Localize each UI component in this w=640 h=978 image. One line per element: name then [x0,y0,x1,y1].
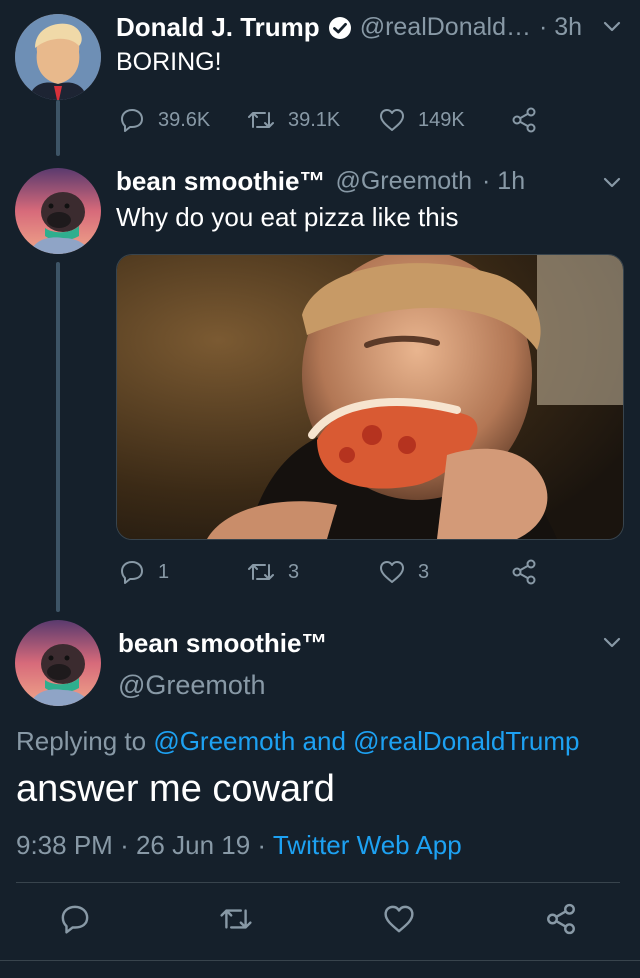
heart-icon [382,905,416,940]
author-handle[interactable]: @Greemoth [335,167,472,196]
replying-to-label: Replying to [16,726,147,756]
share-icon [510,106,538,134]
tweet-meta: 9:38 PM · 26 Jun 19 · Twitter Web App [16,830,462,861]
share-button[interactable] [544,902,578,941]
divider [16,882,620,883]
heart-icon [378,558,406,586]
replying-to-line: Replying to @Greemoth and @realDonaldTru… [16,726,579,757]
chevron-down-icon[interactable] [602,636,622,655]
tweet-time: 9:38 PM [16,830,113,860]
reply-count: 39.6K [158,108,211,131]
author-name[interactable]: bean smoothie™ [118,628,327,659]
reply-icon [58,905,92,940]
replying-and-label: and [302,726,346,756]
tweet-timestamp[interactable]: · 3h [539,13,582,42]
reply-button[interactable]: 39.6K [118,106,210,134]
tweet-media-image[interactable] [116,254,624,540]
meta-separator: · [257,830,267,860]
tweet-text: BORING! [116,48,222,76]
author-handle[interactable]: @Greemoth [118,670,265,701]
retweet-icon [246,558,276,586]
retweet-icon [246,106,276,134]
share-button[interactable] [510,106,538,134]
retweet-count: 3 [288,560,300,583]
chevron-down-icon[interactable] [602,20,622,39]
like-count: 3 [418,560,430,583]
tweet-date: 26 Jun 19 [135,830,251,860]
meta-separator: · [120,830,129,860]
retweet-count: 39.1K [288,108,341,131]
reply-button[interactable] [58,902,92,941]
share-icon [510,558,538,586]
divider [0,960,640,961]
thread-connector [56,262,60,612]
tweet-timestamp[interactable]: · 1h [482,167,525,196]
author-name[interactable]: Donald J. Trump [116,12,320,43]
like-button[interactable] [382,902,416,941]
share-icon [544,903,578,940]
avatar[interactable] [15,620,101,706]
tweet-text: answer me coward [16,768,335,810]
thread-connector [56,100,60,156]
reply-icon [118,106,146,134]
reply-count: 1 [158,560,170,583]
like-count: 149K [418,108,465,131]
avatar[interactable] [15,168,101,254]
retweet-button[interactable]: 3 [246,558,299,586]
mention-link[interactable]: @realDonaldTrump [353,726,579,756]
retweet-button[interactable] [218,902,254,941]
chevron-down-icon[interactable] [602,176,622,195]
like-button[interactable]: 3 [378,558,429,586]
author-handle[interactable]: @realDonald… [360,13,531,42]
tweet-source-link[interactable]: Twitter Web App [273,830,462,860]
heart-icon [378,106,406,134]
author-name[interactable]: bean smoothie™ [116,166,325,197]
retweet-icon [218,909,254,940]
reply-icon [118,558,146,586]
mention-link[interactable]: @Greemoth [153,726,295,756]
retweet-button[interactable]: 39.1K [246,106,340,134]
verified-badge-icon [328,16,352,40]
share-button[interactable] [510,558,538,586]
like-button[interactable]: 149K [378,106,465,134]
avatar[interactable] [15,14,101,100]
tweet-text: Why do you eat pizza like this [116,202,459,232]
reply-button[interactable]: 1 [118,558,169,586]
